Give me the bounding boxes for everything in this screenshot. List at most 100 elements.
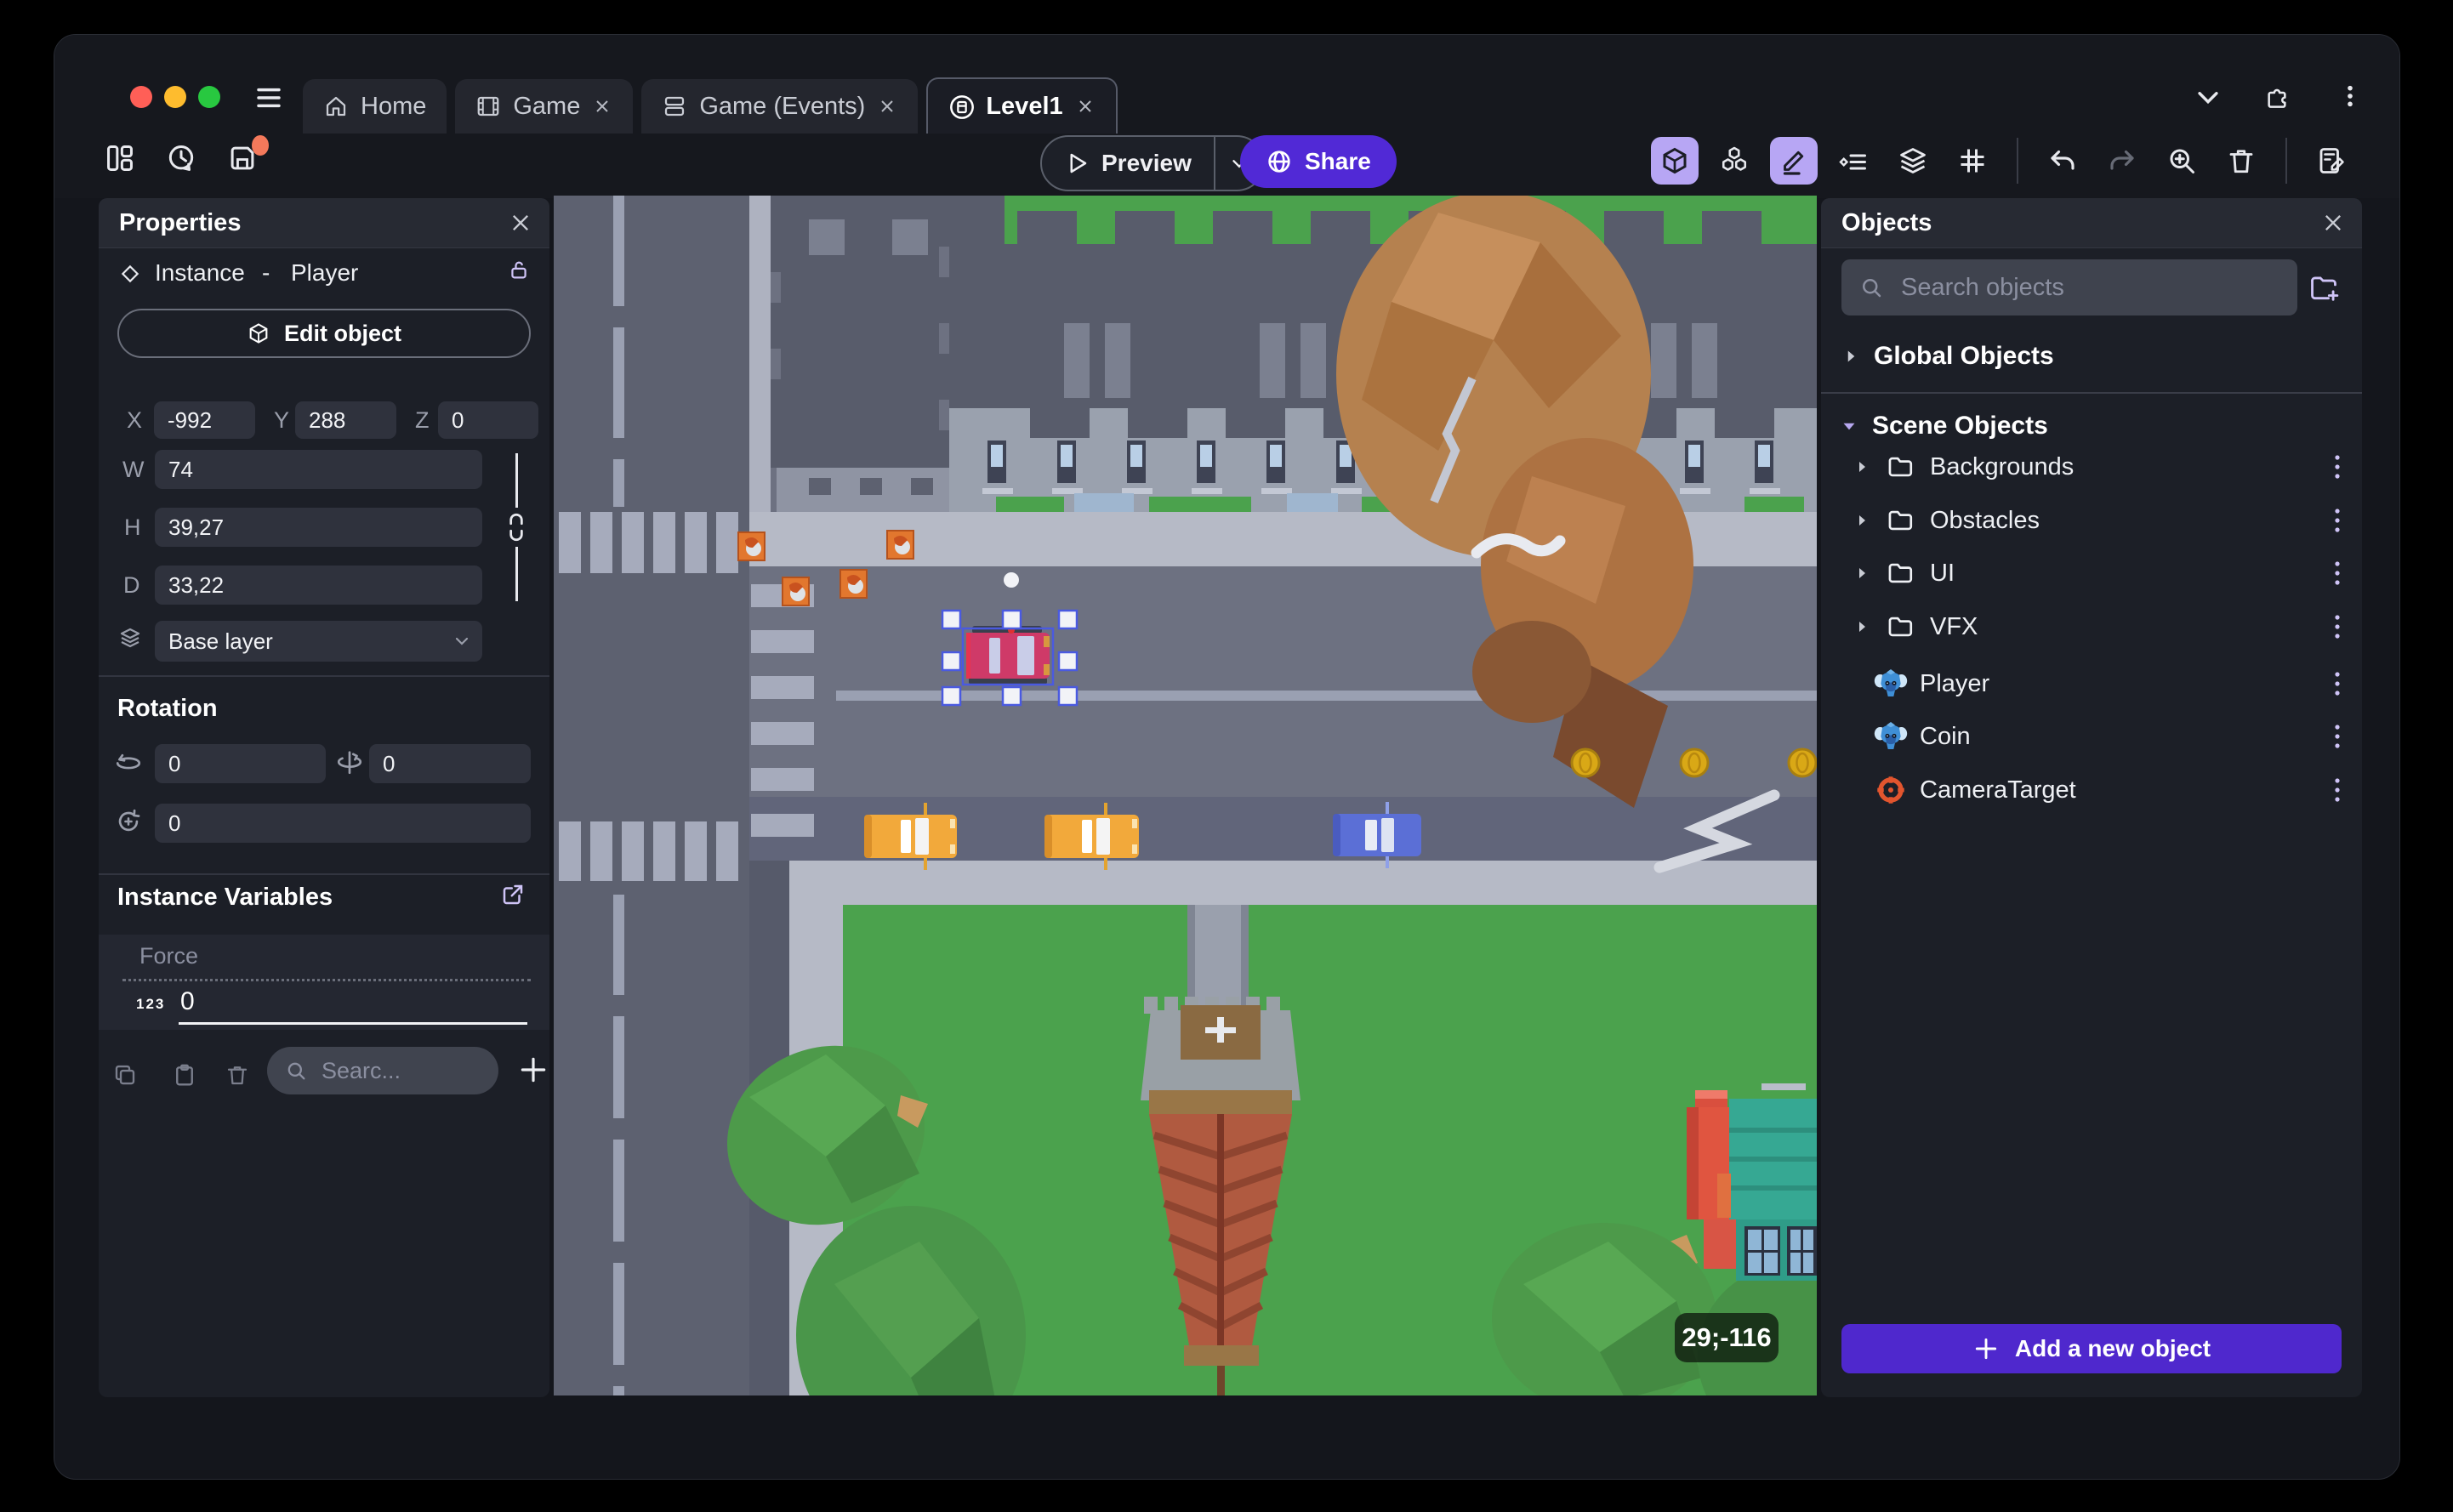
z-input[interactable]: 0 (438, 401, 538, 439)
scene-canvas[interactable]: 29;-116 (554, 196, 1817, 1395)
lock-open-icon[interactable] (507, 258, 531, 281)
traffic-close-button[interactable] (130, 86, 152, 108)
search-icon (284, 1059, 308, 1083)
extensions-puzzle-icon[interactable] (2265, 82, 2292, 110)
plus-icon (1972, 1335, 2000, 1362)
traffic-zoom-button[interactable] (198, 86, 220, 108)
grid-button[interactable] (1949, 137, 1996, 185)
view-3d-button[interactable] (1651, 137, 1699, 185)
group-global-objects[interactable]: Global Objects (1821, 334, 2362, 378)
kebab-menu-icon[interactable] (2331, 611, 2343, 642)
share-button[interactable]: Share (1240, 135, 1397, 188)
folder-row-backgrounds[interactable]: Backgrounds (1821, 443, 2362, 491)
kebab-menu-icon[interactable] (2331, 452, 2343, 482)
preview-label: Preview (1101, 150, 1192, 176)
close-icon[interactable] (877, 96, 897, 117)
rotate-z-icon (114, 807, 143, 836)
group-scene-objects[interactable]: Scene Objects (1821, 404, 2362, 448)
preview-button[interactable]: Preview (1040, 135, 1265, 191)
add-folder-icon[interactable] (2308, 271, 2340, 304)
kebab-menu-icon[interactable] (2331, 775, 2343, 805)
variable-value-underline (179, 1022, 527, 1025)
kebab-menu-icon[interactable] (2336, 82, 2364, 110)
panels-layout-icon[interactable] (104, 142, 141, 179)
variables-search-input[interactable] (320, 1056, 468, 1085)
tab-label: Game (513, 92, 581, 120)
kebab-menu-icon[interactable] (2331, 505, 2343, 536)
open-external-icon[interactable] (500, 882, 526, 907)
layer-select[interactable]: Base layer (155, 621, 482, 662)
variables-search[interactable] (267, 1047, 498, 1094)
close-icon[interactable] (1075, 96, 1096, 117)
events-list-icon (662, 94, 687, 119)
objects-title: Objects (1841, 208, 1932, 236)
object-row-player[interactable]: Player (1821, 660, 2362, 708)
rotation-x-input[interactable]: 0 (155, 744, 326, 783)
edit-tool-button[interactable] (1770, 137, 1818, 185)
chevron-right-icon (1852, 617, 1872, 637)
layers-icon (117, 625, 143, 651)
object-row-cameratarget[interactable]: CameraTarget (1821, 766, 2362, 814)
instance-diamond-icon (119, 263, 141, 285)
history-icon[interactable] (165, 142, 202, 179)
rotation-handle[interactable] (1004, 572, 1019, 588)
tab-game-events[interactable]: Game (Events) (641, 79, 919, 134)
save-icon[interactable] (226, 135, 269, 179)
link-proportions-icon[interactable] (505, 511, 527, 543)
object-row-coin[interactable]: Coin (1821, 713, 2362, 760)
variable-value[interactable]: 0 (180, 987, 195, 1016)
kebab-menu-icon[interactable] (2331, 721, 2343, 752)
objects-3d-button[interactable] (1710, 137, 1758, 185)
size-link-bracket (515, 547, 518, 601)
traffic-minimize-button[interactable] (164, 86, 186, 108)
add-new-object-button[interactable]: Add a new object (1841, 1324, 2342, 1373)
folder-row-vfx[interactable]: VFX (1821, 603, 2362, 651)
close-icon[interactable] (592, 96, 612, 117)
rotation-z-input[interactable]: 0 (155, 804, 531, 843)
kebab-menu-icon[interactable] (2331, 668, 2343, 699)
x-input[interactable]: -992 (154, 401, 255, 439)
zoom-in-button[interactable] (2158, 137, 2205, 185)
play-icon (1064, 151, 1090, 176)
group-label: Global Objects (1874, 342, 2054, 370)
trash-icon[interactable] (225, 1062, 250, 1088)
tab-level1[interactable]: Level1 (926, 77, 1118, 134)
folder-row-obstacles[interactable]: Obstacles (1821, 497, 2362, 544)
tab-game[interactable]: Game (455, 79, 634, 134)
layers-button[interactable] (1889, 137, 1937, 185)
paste-clipboard-icon[interactable] (172, 1062, 197, 1088)
z-label: Z (415, 407, 430, 433)
folder-row-ui[interactable]: UI (1821, 549, 2362, 597)
camera-target-icon (1875, 775, 1906, 805)
chevron-right-icon (1852, 510, 1872, 531)
w-input[interactable]: 74 (155, 450, 482, 489)
instances-list-button[interactable] (1830, 137, 1877, 185)
chevron-right-icon (1852, 563, 1872, 583)
close-icon[interactable] (2321, 211, 2345, 235)
instance-type-label: Instance (155, 259, 245, 286)
rotation-y-input[interactable]: 0 (369, 744, 531, 783)
h-label: H (124, 514, 141, 540)
add-variable-icon[interactable] (517, 1054, 549, 1086)
objects-search-input[interactable] (1899, 272, 2226, 303)
folder-label: Obstacles (1930, 506, 2040, 534)
edit-object-button[interactable]: Edit object (117, 309, 531, 358)
h-input[interactable]: 39,27 (155, 508, 482, 547)
variable-row-force[interactable]: Force 123 0 (99, 935, 549, 1030)
scene-properties-button[interactable] (2308, 137, 2355, 185)
chevron-down-icon[interactable] (2194, 82, 2221, 110)
size-link-bracket (515, 453, 518, 508)
y-input[interactable]: 288 (295, 401, 396, 439)
redo-button[interactable] (2098, 137, 2146, 185)
undo-button[interactable] (2039, 137, 2086, 185)
tab-home[interactable]: Home (303, 79, 447, 134)
d-input[interactable]: 33,22 (155, 566, 482, 605)
folder-icon (1886, 612, 1915, 641)
kebab-menu-icon[interactable] (2331, 558, 2343, 588)
main-menu-icon[interactable] (252, 84, 286, 111)
delete-button[interactable] (2217, 137, 2265, 185)
copy-icon[interactable] (112, 1062, 138, 1088)
close-icon[interactable] (509, 211, 532, 235)
cursor-coordinates-badge: 29;-116 (1675, 1313, 1779, 1362)
objects-search[interactable] (1841, 259, 2297, 315)
